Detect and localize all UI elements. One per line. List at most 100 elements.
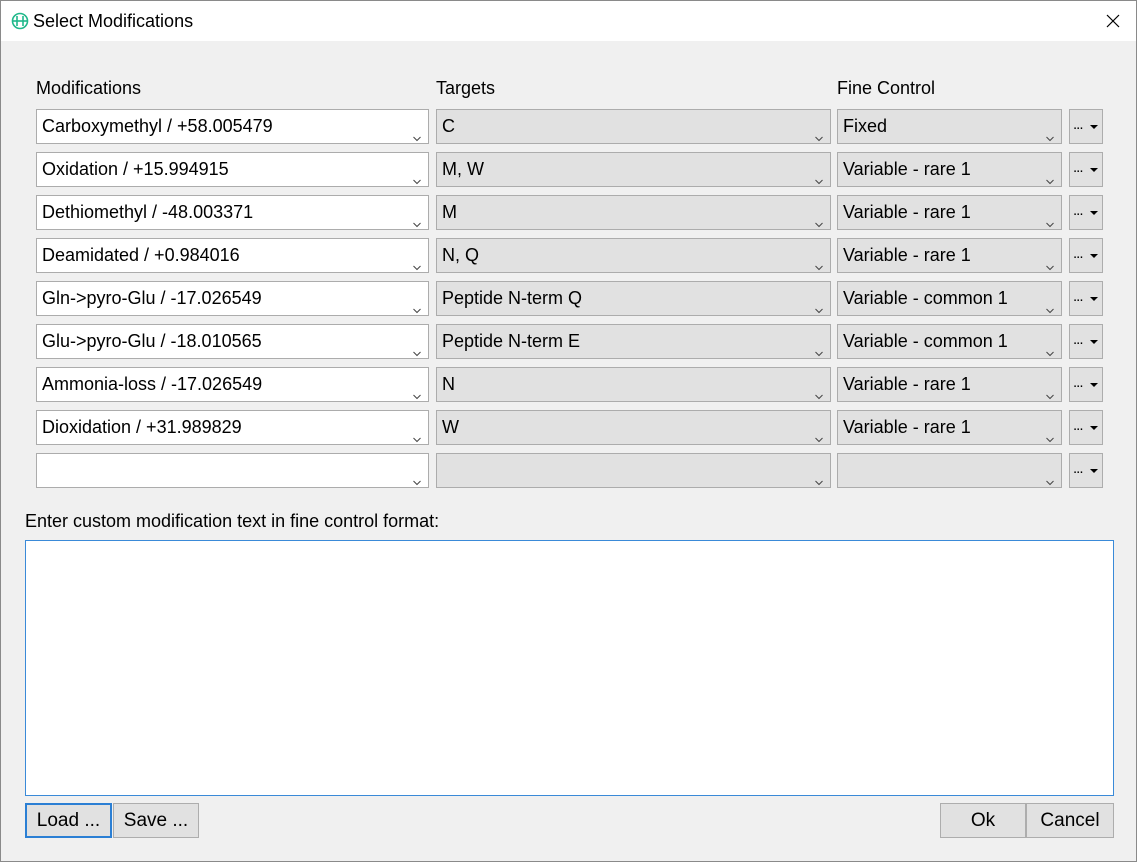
chevron-down-icon [412,251,422,271]
chevron-down-icon [1045,337,1055,357]
targets-select[interactable]: C [436,109,831,144]
targets-select[interactable]: M, W [436,152,831,187]
more-options-label: ... [1073,116,1083,133]
modification-select[interactable]: Dethiomethyl / -48.003371 [36,195,429,230]
save-button[interactable]: Save ... [113,803,199,838]
fine-control-select[interactable]: Variable - common 1 [837,324,1062,359]
modification-select-value: Dioxidation / +31.989829 [42,417,242,437]
fine-control-select-value: Variable - common 1 [843,331,1008,351]
more-options-button[interactable]: ... [1069,324,1103,359]
more-options-label: ... [1073,460,1083,477]
more-options-label: ... [1073,417,1083,434]
fine-control-select[interactable]: Variable - rare 1 [837,238,1062,273]
dropdown-arrow-icon [1090,340,1098,344]
modification-select[interactable]: Glu->pyro-Glu / -18.010565 [36,324,429,359]
chevron-down-icon [814,380,824,400]
chevron-down-icon [814,294,824,314]
targets-select-value: C [442,116,455,136]
fine-control-select[interactable]: Variable - rare 1 [837,410,1062,445]
dropdown-arrow-icon [1090,125,1098,129]
select-modifications-dialog: Select Modifications Modifications Targe… [0,0,1137,862]
modification-select[interactable]: Deamidated / +0.984016 [36,238,429,273]
cancel-button[interactable]: Cancel [1026,803,1114,838]
chevron-down-icon [412,380,422,400]
chevron-down-icon [412,294,422,314]
more-options-button[interactable]: ... [1069,152,1103,187]
chevron-down-icon [412,122,422,142]
modification-select[interactable]: Gln->pyro-Glu / -17.026549 [36,281,429,316]
title-bar: Select Modifications [1,1,1136,41]
fine-control-select[interactable] [837,453,1062,488]
more-options-label: ... [1073,245,1083,262]
targets-select-value: Peptide N-term E [442,331,581,351]
modification-select[interactable] [36,453,429,488]
modification-select[interactable]: Dioxidation / +31.989829 [36,410,429,445]
targets-select-value: Peptide N-term Q [442,288,583,308]
modification-select[interactable]: Oxidation / +15.994915 [36,152,429,187]
targets-select[interactable]: M [436,195,831,230]
modification-select-value: Oxidation / +15.994915 [42,159,229,179]
targets-header: Targets [436,78,496,98]
fine-control-select-value: Variable - rare 1 [843,159,971,179]
targets-select-value: M [442,202,457,222]
more-options-button[interactable]: ... [1069,238,1103,273]
modification-select-value: Gln->pyro-Glu / -17.026549 [42,288,262,308]
more-options-button[interactable]: ... [1069,109,1103,144]
dropdown-arrow-icon [1090,383,1098,387]
targets-select-value: M, W [442,159,484,179]
modification-select-value: Deamidated / +0.984016 [42,245,240,265]
targets-select-value: W [442,417,459,437]
custom-modification-label: Enter custom modification text in fine c… [25,511,440,531]
modification-select-value: Ammonia-loss / -17.026549 [42,374,263,394]
fine-control-select[interactable]: Fixed [837,109,1062,144]
ok-button[interactable]: Ok [940,803,1026,838]
fine-control-select-value: Variable - rare 1 [843,417,971,437]
modification-select-value: Carboxymethyl / +58.005479 [42,116,273,136]
more-options-label: ... [1073,159,1083,176]
more-options-button[interactable]: ... [1069,281,1103,316]
load-button[interactable]: Load ... [25,803,112,838]
targets-select[interactable] [436,453,831,488]
more-options-button[interactable]: ... [1069,195,1103,230]
dropdown-arrow-icon [1090,426,1098,430]
dropdown-arrow-icon [1090,168,1098,172]
modification-select-value: Glu->pyro-Glu / -18.010565 [42,331,262,351]
fine-control-select-value: Variable - rare 1 [843,202,971,222]
modification-select[interactable]: Ammonia-loss / -17.026549 [36,367,429,402]
dropdown-arrow-icon [1090,254,1098,258]
more-options-button[interactable]: ... [1069,367,1103,402]
modifications-header: Modifications [36,78,142,98]
chevron-down-icon [412,165,422,185]
chevron-down-icon [814,466,824,486]
targets-select[interactable]: Peptide N-term Q [436,281,831,316]
chevron-down-icon [814,165,824,185]
chevron-down-icon [1045,294,1055,314]
targets-select-value: N, Q [442,245,480,265]
chevron-down-icon [814,251,824,271]
chevron-down-icon [412,337,422,357]
fine-control-select[interactable]: Variable - rare 1 [837,367,1062,402]
more-options-label: ... [1073,374,1083,391]
more-options-label: ... [1073,202,1083,219]
chevron-down-icon [412,466,422,486]
modification-select[interactable]: Carboxymethyl / +58.005479 [36,109,429,144]
chevron-down-icon [1045,165,1055,185]
targets-select[interactable]: W [436,410,831,445]
chevron-down-icon [814,423,824,443]
more-options-button[interactable]: ... [1069,410,1103,445]
fine-control-select[interactable]: Variable - rare 1 [837,195,1062,230]
fine-control-select-value: Variable - rare 1 [843,245,971,265]
more-options-label: ... [1073,288,1083,305]
dropdown-arrow-icon [1090,469,1098,473]
targets-select[interactable]: N [436,367,831,402]
close-button[interactable] [1090,1,1136,41]
custom-modification-textarea[interactable] [25,540,1114,796]
targets-select[interactable]: N, Q [436,238,831,273]
targets-select[interactable]: Peptide N-term E [436,324,831,359]
fine-control-select[interactable]: Variable - rare 1 [837,152,1062,187]
targets-select-value: N [442,374,455,394]
dropdown-arrow-icon [1090,297,1098,301]
chevron-down-icon [814,337,824,357]
fine-control-select[interactable]: Variable - common 1 [837,281,1062,316]
more-options-button[interactable]: ... [1069,453,1103,488]
